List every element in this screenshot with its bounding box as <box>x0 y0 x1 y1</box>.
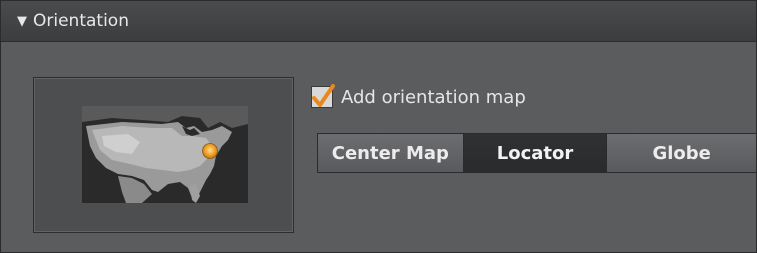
globe-button[interactable]: Globe <box>607 134 757 172</box>
map-mode-segmented-control: Center Map Locator Globe <box>317 133 757 173</box>
map-thumbnail-image <box>82 106 248 203</box>
triangle-down-icon[interactable]: ▼ <box>17 1 27 42</box>
panel-title: Orientation <box>33 11 129 31</box>
locator-button[interactable]: Locator <box>463 134 608 172</box>
checkmark-icon <box>312 84 335 107</box>
checkbox-label: Add orientation map <box>341 86 526 108</box>
orientation-panel: ▼ Orientation Add orientation map Center… <box>0 0 757 253</box>
checkbox-box[interactable] <box>311 84 335 108</box>
center-map-button[interactable]: Center Map <box>318 134 464 172</box>
panel-header[interactable]: ▼ Orientation <box>1 1 756 42</box>
orientation-map-preview <box>33 77 294 233</box>
add-orientation-map-checkbox[interactable]: Add orientation map <box>311 83 526 111</box>
